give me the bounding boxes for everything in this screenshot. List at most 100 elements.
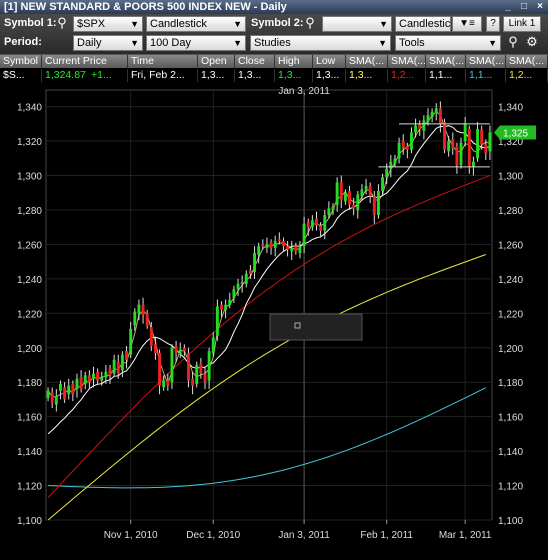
plot-area <box>45 89 493 521</box>
candle-body <box>397 142 401 159</box>
candle-body <box>75 378 79 390</box>
crosshair-label: Jan 3, 2011 <box>278 86 330 97</box>
row-time: Fri, Feb 2... <box>128 69 198 82</box>
candle-body <box>286 246 290 250</box>
candle-body <box>335 182 339 205</box>
y-tick-label-right: 1,340 <box>498 103 523 114</box>
candle-body <box>153 344 157 353</box>
y-tick-label-left: 1,340 <box>17 103 42 114</box>
candle-body <box>182 347 186 352</box>
maximize-icon[interactable]: □ <box>518 1 530 13</box>
tools-select[interactable]: Tools ▼ <box>395 35 501 51</box>
header-sma-5[interactable]: SMA(... <box>506 55 548 68</box>
period-select[interactable]: Daily ▼ <box>73 35 143 51</box>
header-sma-2[interactable]: SMA(... <box>388 55 426 68</box>
header-high[interactable]: High <box>275 55 313 68</box>
chevron-down-icon: ▼ <box>130 38 139 48</box>
row-close: 1,3... <box>235 69 275 82</box>
settings-icon[interactable]: ⚙ <box>524 34 540 50</box>
header-symbol[interactable]: Symbol <box>0 55 42 68</box>
chart-type2-select[interactable]: Candlestic <box>395 16 451 32</box>
candle-body <box>459 142 463 166</box>
list-menu-button[interactable]: ▼≡ <box>452 16 482 32</box>
search-icon[interactable]: ⚲ <box>302 15 318 31</box>
quote-table-row[interactable]: $S... 1,324.87 +1... Fri, Feb 2... 1,3..… <box>0 69 548 82</box>
close-icon[interactable]: × <box>534 1 546 13</box>
candle-body <box>195 364 199 384</box>
candle-body <box>331 206 335 210</box>
y-tick-label-left: 1,220 <box>17 309 42 320</box>
candle-body <box>149 327 153 347</box>
y-tick-label-left: 1,260 <box>17 240 42 251</box>
y-tick-label-left: 1,200 <box>17 344 42 355</box>
candle-body <box>215 306 219 336</box>
y-tick-label-left: 1,280 <box>17 206 42 217</box>
header-low[interactable]: Low <box>313 55 346 68</box>
chevron-down-icon: ▼ <box>378 38 387 48</box>
zoom-icon[interactable]: ⚲ <box>505 34 521 50</box>
candle-body <box>236 284 240 290</box>
candle-body <box>269 242 273 248</box>
chevron-down-icon: ▼ <box>379 19 388 29</box>
candle-body <box>376 191 380 216</box>
candle-body <box>471 161 475 167</box>
candle-body <box>83 375 87 384</box>
header-sma-3[interactable]: SMA(... <box>426 55 466 68</box>
y-tick-label-right: 1,260 <box>498 240 523 251</box>
candle-body <box>430 111 434 117</box>
y-tick-label-right: 1,220 <box>498 309 523 320</box>
chart-area[interactable]: 1,100 1,100 1,120 1,120 1,140 1,140 1,160 1,160… <box>0 84 548 557</box>
window-controls: _ □ × <box>502 0 546 14</box>
candlestick-chart[interactable]: 1,100 1,100 1,120 1,120 1,140 1,140 1,160 1,160… <box>0 84 548 557</box>
y-tick-label-right: 1,300 <box>498 172 523 183</box>
candle-body <box>59 383 62 391</box>
header-current-price[interactable]: Current Price <box>42 55 128 68</box>
header-time[interactable]: Time <box>128 55 198 68</box>
y-tick-label-left: 1,320 <box>17 137 42 148</box>
symbol2-select[interactable]: ▼ <box>322 16 392 32</box>
x-tick-label: Nov 1, 2010 <box>104 530 158 541</box>
minimize-icon[interactable]: _ <box>502 1 514 13</box>
candle-body <box>265 244 269 248</box>
search-icon[interactable]: ⚲ <box>54 15 70 31</box>
x-tick-label: Jan 3, 2011 <box>278 530 330 541</box>
candle-body <box>298 246 302 254</box>
candle-body <box>352 204 356 209</box>
candle-body <box>302 223 306 247</box>
candle-body <box>54 395 58 405</box>
y-tick-label-left: 1,240 <box>17 275 42 286</box>
candle-body <box>315 218 318 226</box>
symbol1-label: Symbol 1: <box>4 17 57 29</box>
x-tick-label: Dec 1, 2010 <box>186 530 240 541</box>
candle-body <box>488 132 492 152</box>
y-tick-label-left: 1,300 <box>17 172 42 183</box>
symbol2-label: Symbol 2: <box>251 17 304 29</box>
candle-body <box>364 185 368 190</box>
header-open[interactable]: Open <box>198 55 235 68</box>
chart-type-select[interactable]: Candlestick ▼ <box>146 16 246 32</box>
candle-body <box>257 246 261 255</box>
candle-body <box>232 289 236 298</box>
header-close[interactable]: Close <box>235 55 275 68</box>
studies-value: Studies <box>254 37 291 49</box>
help-button[interactable]: ? <box>486 16 500 32</box>
chevron-down-icon: ▼ <box>233 19 242 29</box>
y-tick-label-right: 1,140 <box>498 447 523 458</box>
row-open: 1,3... <box>198 69 235 82</box>
symbol1-select[interactable]: $SPX ▼ <box>73 16 143 32</box>
candle-body <box>414 125 418 133</box>
range-select[interactable]: 100 Day ▼ <box>146 35 246 51</box>
period-value: Daily <box>77 37 102 49</box>
candle-body <box>310 220 314 228</box>
chevron-down-icon: ▼ <box>233 38 242 48</box>
candle-body <box>46 390 50 398</box>
candle-body <box>96 371 100 381</box>
studies-select[interactable]: Studies ▼ <box>250 35 391 51</box>
header-sma-4[interactable]: SMA(... <box>466 55 506 68</box>
link-button[interactable]: Link 1 <box>503 16 541 32</box>
header-sma-1[interactable]: SMA(... <box>346 55 388 68</box>
candle-body <box>125 351 128 360</box>
window-title-text: [1] NEW STANDARD & POORS 500 INDEX NEW -… <box>4 1 287 13</box>
candle-body <box>228 299 232 305</box>
candle-body <box>434 108 438 114</box>
